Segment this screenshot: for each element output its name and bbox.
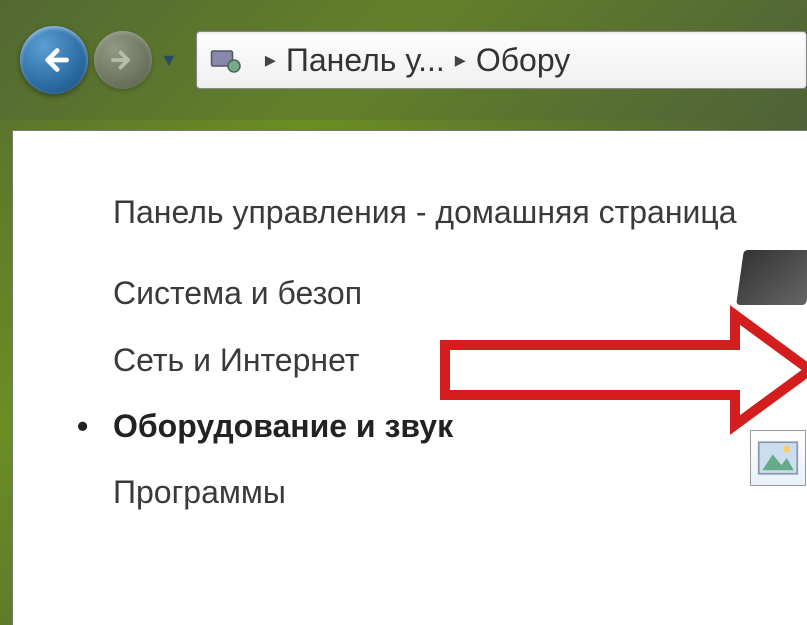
- arrow-right-icon: [108, 45, 138, 75]
- address-bar[interactable]: ▸ Панель у... ▸ Обору: [196, 31, 807, 89]
- back-button[interactable]: [20, 26, 88, 94]
- forward-button: [94, 31, 152, 89]
- breadcrumb-separator: ▸: [455, 47, 466, 73]
- picture-icon: [750, 430, 806, 486]
- breadcrumb-panel[interactable]: Панель у...: [286, 42, 445, 79]
- breadcrumb-separator: ▸: [265, 47, 276, 73]
- history-dropdown[interactable]: ▼: [160, 50, 178, 71]
- sidebar-item-system-security[interactable]: Система и безоп: [113, 274, 807, 312]
- sidebar-item-hardware-sound[interactable]: Оборудование и звук: [113, 407, 807, 445]
- sidebar-item-programs[interactable]: Программы: [113, 473, 807, 511]
- control-panel-icon: [207, 42, 243, 78]
- navigation-bar: ▼ ▸ Панель у... ▸ Обору: [0, 0, 807, 120]
- sidebar-title: Панель управления - домашняя страница: [113, 191, 807, 234]
- arrow-left-icon: [35, 41, 73, 79]
- breadcrumb-hardware[interactable]: Обору: [476, 42, 570, 79]
- sidebar-item-network-internet[interactable]: Сеть и Интернет: [113, 341, 807, 379]
- photo-icon: [757, 440, 799, 476]
- content-area: Панель управления - домашняя страница Си…: [12, 130, 807, 625]
- device-icon: [736, 250, 807, 305]
